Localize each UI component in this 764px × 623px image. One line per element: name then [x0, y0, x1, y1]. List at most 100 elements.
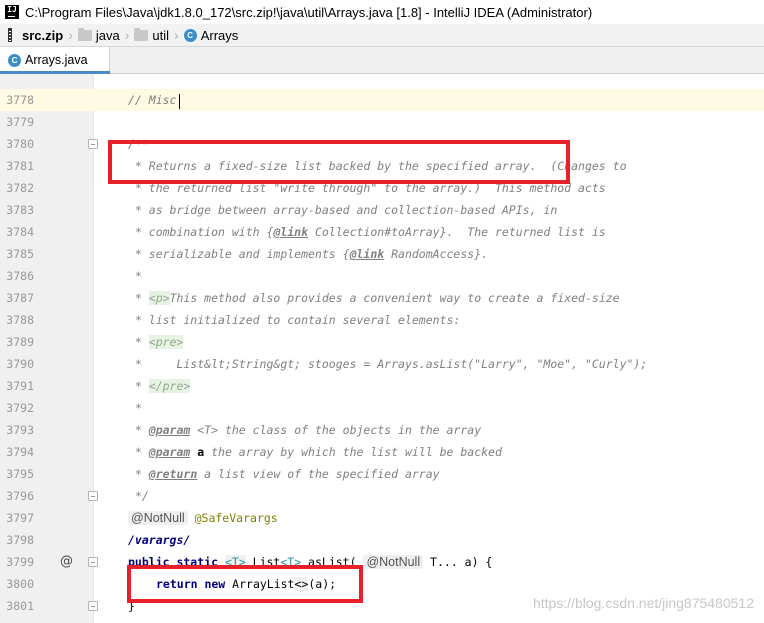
line-number: 3786: [6, 269, 34, 283]
line-number: 3801: [6, 599, 34, 613]
fold-marker-icon[interactable]: [88, 139, 98, 149]
code-fragment: *: [128, 379, 149, 393]
code-line: 3777: [0, 74, 764, 81]
code-line: 3787 * <p>This method also provides a co…: [0, 287, 764, 309]
java-class-icon: C: [183, 28, 197, 42]
code-text: * <pre>: [128, 331, 184, 353]
code-text: * as bridge between array-based and coll…: [128, 203, 558, 217]
code-line: 3797 @NotNull @SafeVarargs: [0, 507, 764, 529]
inferred-annotation-hint[interactable]: @NotNull: [128, 511, 188, 525]
code-text: * combination with {@link Collection#toA…: [128, 221, 606, 243]
code-line: 3791 * </pre>: [0, 375, 764, 397]
java-class-icon: C: [8, 53, 21, 67]
window-title: C:\Program Files\Java\jdk1.8.0_172\src.z…: [25, 4, 593, 20]
code-text: * List&lt;String&gt; stooges = Arrays.as…: [128, 357, 648, 371]
line-number: 3790: [6, 357, 34, 371]
code-line: 3786 *: [0, 265, 764, 287]
fold-marker-icon[interactable]: [88, 491, 98, 501]
line-number: 3798: [6, 533, 34, 547]
code-fragment: *: [128, 423, 149, 437]
chevron-right-icon: ›: [174, 27, 179, 43]
code-fragment: a list view of the specified array: [197, 467, 440, 481]
code-fragment: *: [128, 467, 149, 481]
line-number: 3799: [6, 555, 34, 569]
code-fragment: a: [190, 445, 205, 459]
code-line: 3792 *: [0, 397, 764, 419]
text-caret: [179, 94, 180, 109]
code-text: * @param a the array by which the list w…: [128, 441, 502, 463]
tab-label: Arrays.java: [25, 53, 88, 67]
javadoc-tag: @link: [273, 225, 309, 239]
code-text: @NotNull @SafeVarargs: [128, 507, 278, 529]
code-fragment: the class of the objects in the array: [218, 423, 482, 437]
code-editor[interactable]: 3777 3778 // Misc 3779 3780 /** 3781 * R…: [0, 74, 764, 623]
code-line: 3779: [0, 111, 764, 133]
code-line: 3798 /varargs/: [0, 529, 764, 551]
code-fragment: *: [128, 445, 149, 459]
code-text: *: [128, 401, 142, 415]
chevron-right-icon: ›: [68, 27, 73, 43]
html-tag: </pre>: [148, 379, 191, 393]
line-number: 3792: [6, 401, 34, 415]
package-folder-icon: [134, 27, 149, 41]
title-bar: IJ C:\Program Files\Java\jdk1.8.0_172\sr…: [0, 0, 764, 24]
fold-marker-icon[interactable]: [88, 557, 98, 567]
override-marker-icon[interactable]: @: [60, 551, 73, 573]
code-fragment: RandomAccess}.: [384, 247, 489, 261]
code-fragment: This method also provides a convenient w…: [169, 291, 620, 305]
tab-arrays-java[interactable]: C Arrays.java: [0, 47, 110, 74]
line-number: 3778: [6, 93, 34, 107]
breadcrumb-util[interactable]: util: [130, 24, 173, 46]
line-number: 3779: [6, 115, 34, 129]
code-fragment: *: [128, 291, 149, 305]
code-line: 3788 * list initialized to contain sever…: [0, 309, 764, 331]
line-number: 3781: [6, 159, 34, 173]
line-number: 3796: [6, 489, 34, 503]
code-line: 3799 @ public static <T> List<T> asList(…: [0, 551, 764, 573]
line-number: 3791: [6, 379, 34, 393]
breadcrumb-label: src.zip: [22, 27, 64, 43]
code-text: * serializable and implements {@link Ran…: [128, 243, 488, 265]
code-text: *: [128, 269, 142, 283]
code-fragment: * serializable and implements {: [128, 247, 350, 261]
line-number: 3789: [6, 335, 34, 349]
breadcrumb-java[interactable]: java: [74, 24, 124, 46]
fold-marker-icon[interactable]: [88, 601, 98, 611]
javadoc-tag: @param: [148, 445, 191, 459]
code-line: 3783 * as bridge between array-based and…: [0, 199, 764, 221]
breadcrumb-arrays[interactable]: C Arrays: [180, 24, 243, 46]
package-folder-icon: [77, 27, 92, 41]
highlight-box-return: [127, 565, 363, 603]
line-number: 3787: [6, 291, 34, 305]
code-text: // Misc: [128, 93, 177, 107]
javadoc-tag: @return: [148, 467, 198, 481]
breadcrumb-src-zip[interactable]: src.zip: [18, 24, 67, 46]
line-number: 3793: [6, 423, 34, 437]
code-text: */: [128, 489, 149, 503]
html-tag: <pre>: [148, 335, 184, 349]
inferred-annotation-hint[interactable]: @NotNull: [363, 555, 424, 569]
navigation-breadcrumb: src.zip › java › util › C Arrays: [0, 24, 764, 47]
code-fragment: <T>: [190, 423, 219, 437]
zip-archive-icon: [8, 28, 12, 42]
editor-tab-bar: C Arrays.java: [0, 47, 764, 74]
code-fragment: *: [128, 335, 149, 349]
line-number: 3800: [6, 577, 34, 591]
code-fragment: Collection#toArray}. The returned list i…: [308, 225, 606, 239]
code-text: * <p>This method also provides a conveni…: [128, 287, 620, 309]
line-number: 3783: [6, 203, 34, 217]
chevron-right-icon: ›: [124, 27, 130, 43]
breadcrumb-label: java: [95, 27, 120, 43]
line-number: 3795: [6, 467, 34, 481]
line-number: 3784: [6, 225, 34, 239]
code-text: * @param <T> the class of the objects in…: [128, 419, 481, 441]
code-line: 3796 */: [0, 485, 764, 507]
app-icon-text: IJ: [7, 5, 17, 14]
watermark: https://blog.csdn.net/jing875480512: [532, 595, 754, 611]
code-text: * @return a list view of the specified a…: [128, 463, 440, 485]
code-line: 3789 * <pre>: [0, 331, 764, 353]
code-line: 3784 * combination with {@link Collectio…: [0, 221, 764, 243]
code-line-current: 3778 // Misc: [0, 89, 764, 111]
html-tag: <p>: [148, 291, 170, 305]
code-text: * list initialized to contain several el…: [128, 313, 461, 327]
